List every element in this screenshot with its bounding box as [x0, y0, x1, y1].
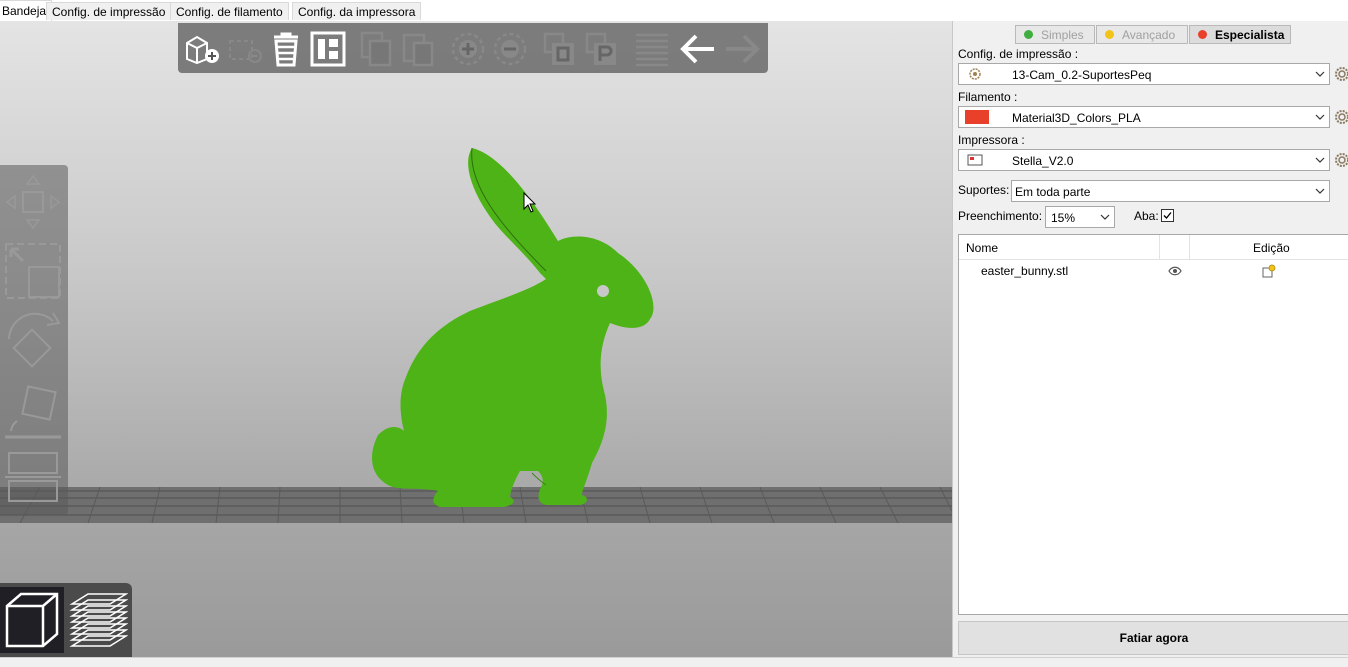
- mode-expert-button[interactable]: Especialista: [1189, 25, 1291, 44]
- printer-value: Stella_V2.0: [1012, 154, 1074, 168]
- print-settings-gear-icon[interactable]: [1334, 66, 1348, 82]
- brim-label: Aba:: [1134, 209, 1159, 223]
- supports-combo[interactable]: Em toda parte: [1011, 180, 1330, 202]
- mode-advanced-label: Avançado: [1122, 27, 1176, 42]
- tab-bar: Bandeja Config. de impressão Config. de …: [0, 0, 1348, 22]
- column-divider: [1189, 235, 1190, 259]
- place-on-face-icon[interactable]: [0, 379, 66, 443]
- chevron-down-icon: [1100, 214, 1110, 220]
- print-settings-label: Config. de impressão :: [958, 47, 1079, 61]
- filament-color-swatch: [965, 110, 989, 124]
- add-object-icon[interactable]: [182, 29, 222, 69]
- preview-layers-icon[interactable]: [66, 587, 130, 653]
- filament-combo[interactable]: Material3D_Colors_PLA: [958, 106, 1330, 128]
- infill-combo[interactable]: 15%: [1045, 206, 1115, 228]
- printer-icon: [967, 154, 983, 166]
- arrange-icon[interactable]: [308, 29, 348, 69]
- printer-gear-icon[interactable]: [1334, 152, 1348, 168]
- object-list[interactable]: Nome Edição easter_bunny.stl: [958, 234, 1348, 615]
- undo-icon[interactable]: [678, 29, 718, 69]
- 3d-viewport[interactable]: [0, 21, 952, 657]
- column-name-header[interactable]: Nome: [966, 241, 998, 255]
- 3d-view-icon[interactable]: [0, 587, 64, 653]
- object-list-header: Nome Edição: [959, 235, 1348, 260]
- list-item[interactable]: easter_bunny.stl: [959, 261, 1348, 283]
- tab-plater[interactable]: Bandeja: [0, 0, 53, 21]
- delete-all-icon[interactable]: [266, 29, 306, 69]
- infill-label: Preenchimento:: [958, 209, 1043, 223]
- tab-print-settings[interactable]: Config. de impressão: [46, 2, 172, 20]
- mode-expert-label: Especialista: [1215, 27, 1285, 42]
- paste-icon[interactable]: [398, 29, 438, 69]
- filament-value: Material3D_Colors_PLA: [1012, 111, 1141, 125]
- mode-simple-button[interactable]: Simples: [1015, 25, 1095, 44]
- chevron-down-icon: [1315, 157, 1325, 163]
- column-divider: [1159, 235, 1160, 259]
- chevron-down-icon: [1315, 114, 1325, 120]
- move-icon[interactable]: [0, 171, 66, 233]
- print-settings-icon: [969, 68, 981, 80]
- split-parts-icon[interactable]: [582, 29, 622, 69]
- filament-label: Filamento :: [958, 90, 1018, 104]
- top-toolbar: [178, 23, 768, 73]
- settings-panel: Simples Avançado Especialista Config. de…: [952, 21, 1348, 657]
- supports-label: Suportes:: [958, 183, 1010, 197]
- gizmo-toolbar: [0, 165, 68, 515]
- rotate-icon[interactable]: [0, 307, 66, 377]
- mouse-cursor-icon: [523, 192, 537, 213]
- tab-filament-settings[interactable]: Config. de filamento: [170, 2, 289, 20]
- chevron-down-icon: [1315, 188, 1325, 194]
- add-instance-icon[interactable]: [448, 29, 488, 69]
- cut-icon[interactable]: [0, 445, 66, 509]
- print-settings-combo[interactable]: 13-Cam_0.2-SuportesPeq: [958, 63, 1330, 85]
- split-objects-icon[interactable]: [540, 29, 580, 69]
- slice-now-button[interactable]: Fatiar agora: [958, 621, 1348, 655]
- print-settings-value: 13-Cam_0.2-SuportesPeq: [1012, 68, 1152, 82]
- copy-icon[interactable]: [356, 29, 396, 69]
- object-name: easter_bunny.stl: [981, 264, 1069, 278]
- tab-printer-settings[interactable]: Config. da impressora: [292, 2, 422, 20]
- view-toggle: [0, 583, 132, 657]
- infill-value: 15%: [1051, 211, 1076, 225]
- brim-checkbox[interactable]: [1161, 209, 1174, 222]
- eye-icon[interactable]: [1168, 266, 1182, 276]
- supports-value: Em toda parte: [1015, 185, 1091, 199]
- mode-simple-label: Simples: [1041, 27, 1084, 42]
- layers-editing-icon[interactable]: [632, 29, 672, 69]
- delete-icon[interactable]: [224, 29, 264, 69]
- expert-dot-icon: [1198, 30, 1207, 39]
- edit-settings-icon[interactable]: [1262, 264, 1276, 278]
- simple-dot-icon: [1024, 30, 1033, 39]
- remove-instance-icon[interactable]: [490, 29, 530, 69]
- chevron-down-icon: [1315, 71, 1325, 77]
- printer-combo[interactable]: Stella_V2.0: [958, 149, 1330, 171]
- filament-gear-icon[interactable]: [1334, 109, 1348, 125]
- advanced-dot-icon: [1105, 30, 1114, 39]
- printer-label: Impressora :: [958, 133, 1025, 147]
- column-edit-header[interactable]: Edição: [1253, 241, 1290, 255]
- mode-advanced-button[interactable]: Avançado: [1096, 25, 1188, 44]
- bunny-model[interactable]: [360, 145, 670, 511]
- redo-icon[interactable]: [722, 29, 762, 69]
- scale-icon[interactable]: [0, 237, 66, 303]
- checkmark-icon: [1163, 212, 1172, 219]
